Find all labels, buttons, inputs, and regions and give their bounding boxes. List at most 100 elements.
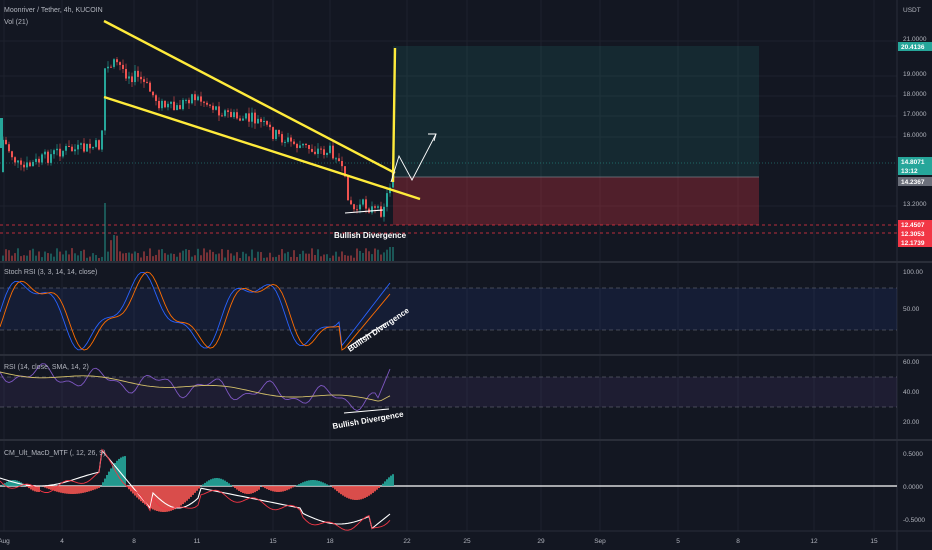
volume-bar [362,252,364,261]
macd-bar [254,486,256,493]
candle-body [263,121,265,123]
time-tick: Aug [0,538,10,545]
candle-body [215,106,217,110]
time-tick: 15 [870,538,878,545]
price-tick: 13.2000 [903,201,927,208]
macd-bar [208,480,210,486]
volume-bar [326,254,328,261]
macd-bar [374,486,376,492]
candle-body [293,141,295,144]
candle-body [143,79,145,82]
volume-bar [194,255,196,261]
volume-bar [5,249,7,261]
volume-bar [20,256,22,261]
macd-bar [274,486,276,492]
volume-bar [365,248,367,261]
macd-bar [110,468,112,486]
volume-bar [257,251,259,261]
candle-body [359,204,361,210]
candle-body [245,113,247,119]
macd-bar [140,486,142,502]
candle-body [305,143,307,145]
volume-bar [287,251,289,261]
macd-bar [50,486,52,490]
macd-bar [332,486,334,488]
volume-bar [65,250,67,261]
volume-bar [2,255,4,261]
macd-bar [82,486,84,493]
candle-body [248,113,250,122]
volume-bar [53,256,55,261]
candle-body [26,162,28,168]
macd-bar [108,471,110,486]
volume-bar [137,252,139,261]
volume-bar [323,254,325,261]
candle-body [251,112,253,122]
time-tick: 5 [676,538,680,545]
candle-body [68,146,70,148]
stoch-rsi-label: Stoch RSI (3, 3, 14, 14, close) [4,269,97,276]
candle-body [23,164,25,168]
volume-bar [245,253,247,261]
candle-body [5,139,7,145]
volume-bar [221,249,223,261]
candle-body [92,146,94,149]
macd-bar [248,486,250,494]
macd-bar [198,486,200,489]
macd-bar [30,486,32,490]
candle-body [152,91,154,96]
candle-body [227,110,229,112]
candle-body [380,206,382,217]
candle-body [239,118,241,121]
macd-bar [282,486,284,492]
volume-bar [185,249,187,261]
candle-body [98,140,100,150]
candle-body [281,134,283,143]
volume-bar [47,253,49,261]
long-position-tool[interactable] [393,46,759,225]
volume-bar [146,255,148,261]
chart-canvas[interactable]: Bullish Divergence Bullish Divergence Bu… [0,0,932,550]
volume-bar [8,250,10,261]
candle-body [164,100,166,108]
candle-body [353,204,355,210]
candle-body [161,100,163,109]
time-tick: 4 [60,538,64,545]
volume-bar [266,257,268,261]
macd-bar [272,486,274,492]
candle-body [296,143,298,148]
macd-bar [344,486,346,497]
macd-bar [72,486,74,494]
volume-bar [188,249,190,261]
candle-body [38,158,40,163]
candle-body [257,118,259,124]
candle-body [71,146,73,152]
candle-body [188,99,190,104]
macd-bar [252,486,254,494]
volume-bar [62,254,64,261]
macd-bar [46,486,48,489]
time-tick: 8 [736,538,740,545]
macd-bar [80,486,82,494]
candle-body [230,111,232,118]
macd-bar [298,484,300,486]
macd-bar [28,486,30,489]
macd-bar [284,486,286,491]
candle-body [275,130,277,139]
macd-bar [176,486,178,509]
volume-bar [368,251,370,261]
candle-body [221,115,223,117]
macd-bar [300,483,302,486]
candle-body [44,151,46,155]
macd-bar [218,478,220,486]
volume-bar [263,257,265,261]
macd-bar [256,486,258,492]
macd-bar [242,486,244,493]
macd-bar [96,486,98,489]
macd-bar [104,478,106,486]
price-badge-text: 12.3053 [901,231,925,238]
macd-bar [278,486,280,492]
volume-bar [152,256,154,261]
macd-bar [324,483,326,486]
macd-bar [276,486,278,492]
